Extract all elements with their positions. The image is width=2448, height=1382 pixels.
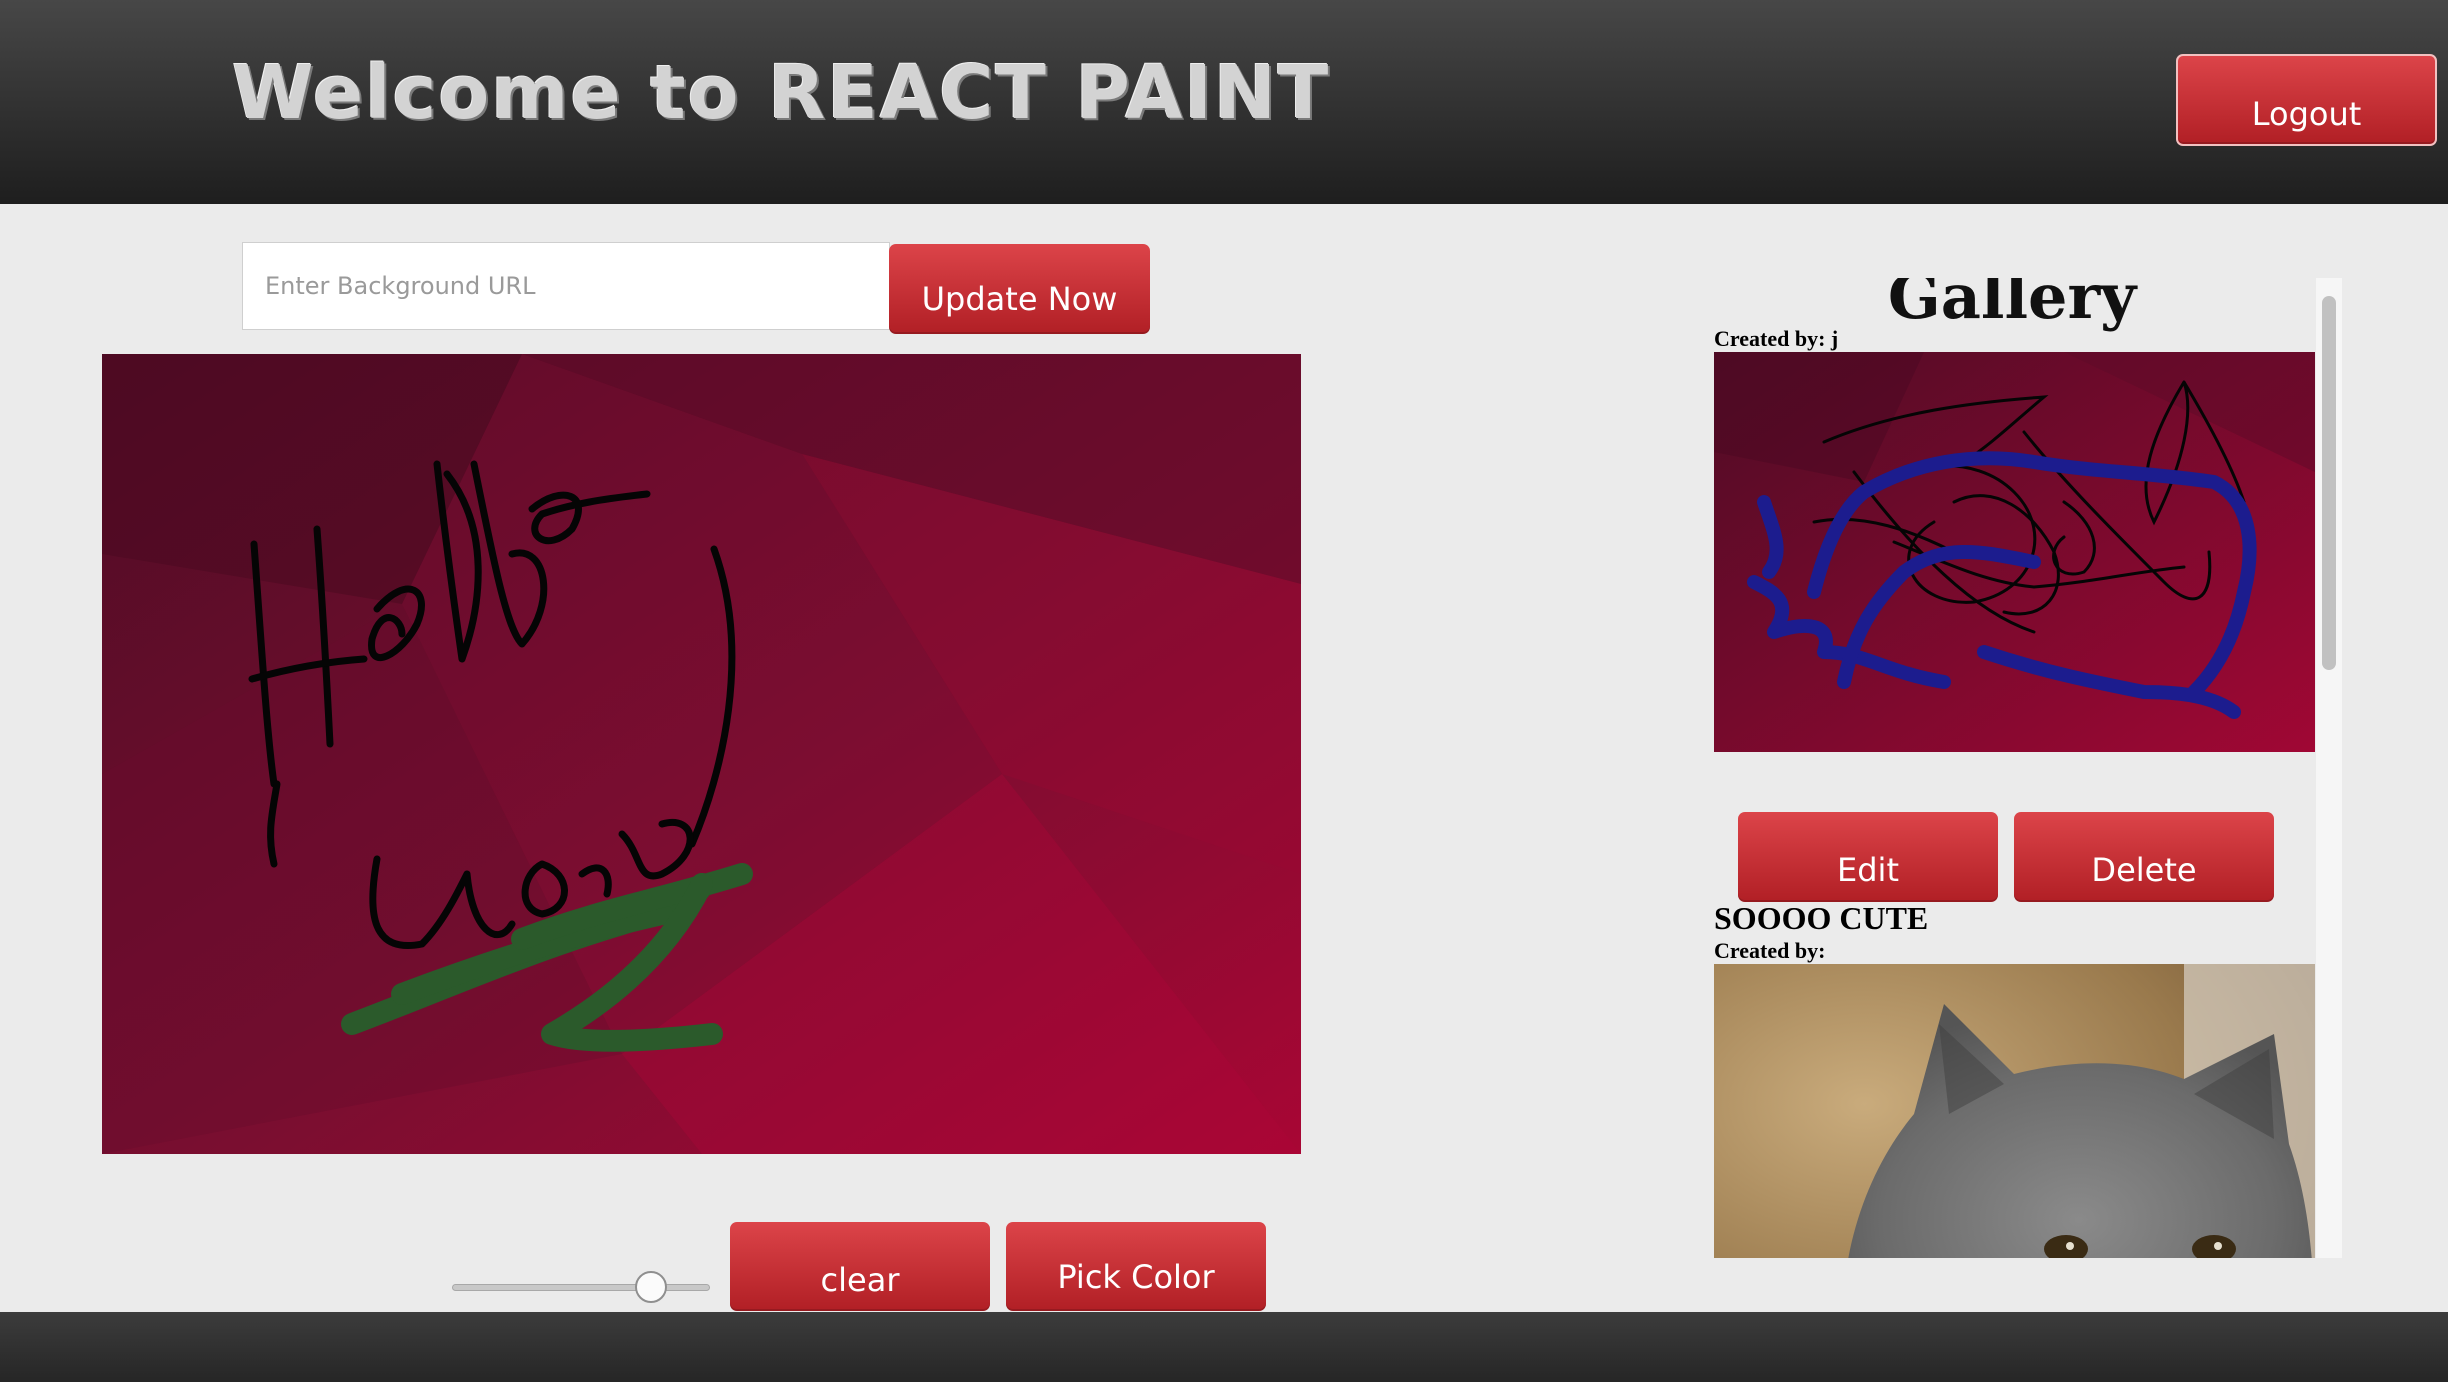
app-title: Welcome to REACT PAINT xyxy=(232,50,1331,136)
update-background-button[interactable]: Update Now xyxy=(889,244,1150,334)
delete-button[interactable]: Delete xyxy=(2014,812,2274,902)
gallery-panel: Gallery Created by: j Edit Delete SOOOO … xyxy=(1712,278,2341,1258)
gallery-item-title: SOOOO CUTE xyxy=(1714,900,1929,936)
top-header: Welcome to REACT PAINT Logout xyxy=(0,0,2448,204)
background-url-input[interactable] xyxy=(242,242,890,330)
gallery-thumbnail[interactable] xyxy=(1714,352,2315,752)
slider-handle[interactable] xyxy=(635,1271,667,1303)
clear-button[interactable]: clear xyxy=(730,1222,990,1311)
created-by-label: Created by: j xyxy=(1714,326,1839,351)
gallery-scrollbar[interactable] xyxy=(2316,278,2342,1258)
logout-button[interactable]: Logout xyxy=(2176,54,2437,146)
edit-button[interactable]: Edit xyxy=(1738,812,1998,902)
drawing-canvas[interactable] xyxy=(102,354,1301,1154)
pick-color-button[interactable]: Pick Color xyxy=(1006,1222,1266,1311)
gallery-thumbnail-kitten[interactable] xyxy=(1714,964,2315,1258)
scrollbar-thumb[interactable] xyxy=(2322,296,2336,670)
bottom-footer xyxy=(0,1312,2448,1382)
gallery-title: Gallery xyxy=(1887,278,2137,333)
slider-track xyxy=(452,1284,710,1291)
brush-size-slider[interactable] xyxy=(452,1270,710,1304)
created-by-label: Created by: xyxy=(1714,938,1826,963)
